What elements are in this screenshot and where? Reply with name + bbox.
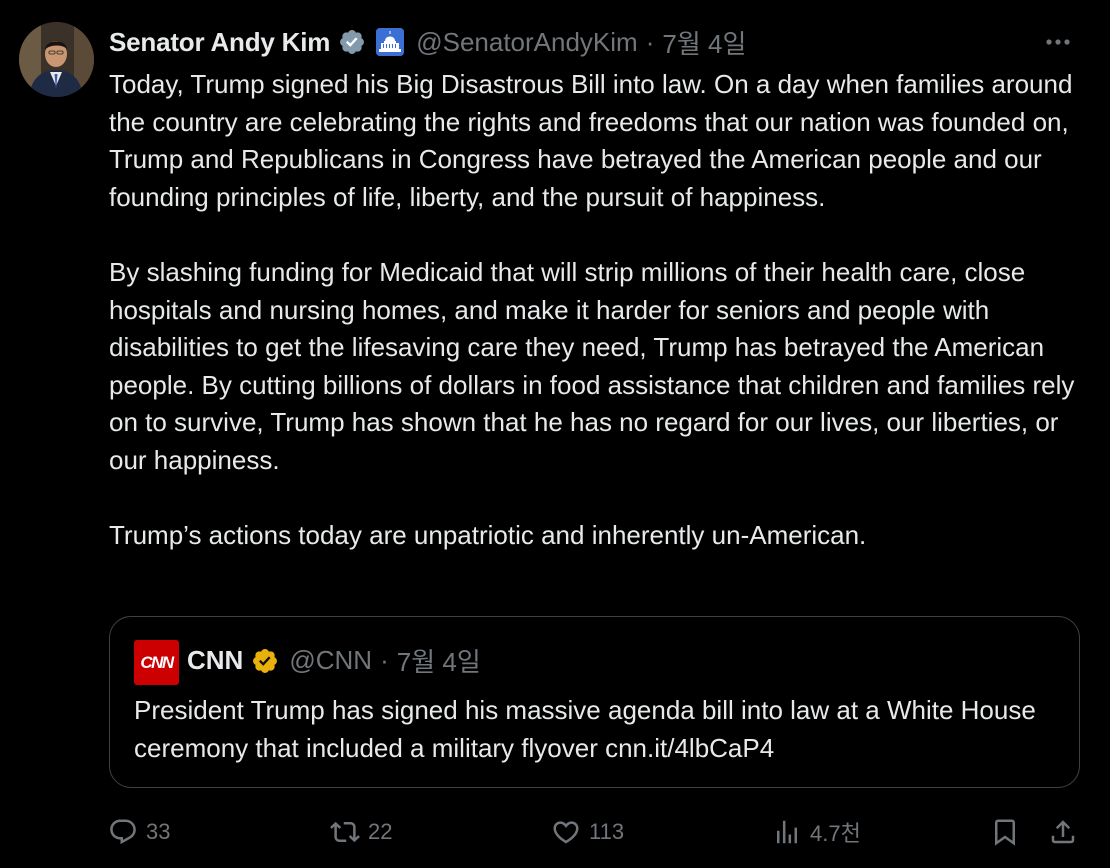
- author-display-name[interactable]: Senator Andy Kim: [109, 27, 330, 58]
- header-separator: ·: [645, 26, 655, 57]
- author-avatar[interactable]: [19, 22, 94, 97]
- quoted-separator: ·: [380, 645, 389, 675]
- reply-button[interactable]: 33: [108, 810, 170, 854]
- quoted-handle[interactable]: @CNN: [289, 645, 372, 676]
- quoted-header: CNN @CNN · 7월 4일: [187, 642, 481, 679]
- tweet-date[interactable]: 7월 4일: [662, 24, 746, 61]
- capitol-building-icon[interactable]: [376, 28, 405, 56]
- analytics-icon: [777, 820, 797, 844]
- tweet-paragraph: Today, Trump signed his Big Disastrous B…: [109, 69, 1073, 212]
- author-handle[interactable]: @SenatorAndyKim: [416, 27, 638, 58]
- bookmark-button[interactable]: [990, 810, 1020, 854]
- quoted-text: President Trump has signed his massive a…: [134, 695, 1036, 763]
- share-icon: [1051, 820, 1075, 844]
- reply-icon: [110, 819, 136, 845]
- heart-icon: [553, 821, 579, 844]
- reply-count: 33: [146, 819, 171, 844]
- repost-icon: [330, 821, 360, 843]
- quoted-tweet[interactable]: CNN CNN @CNN · 7월 4일 President Trump has…: [109, 616, 1080, 788]
- tweet-paragraph: By slashing funding for Medicaid that wi…: [109, 256, 1075, 475]
- share-button[interactable]: [1048, 810, 1078, 854]
- quoted-avatar[interactable]: CNN: [134, 640, 179, 685]
- more-horizontal-icon[interactable]: [1040, 26, 1076, 58]
- repost-button[interactable]: 22: [330, 810, 392, 854]
- gold-checkmark-badge-icon[interactable]: [251, 647, 279, 675]
- like-count: 113: [589, 819, 625, 844]
- tweet-header: Senator Andy Kim @SenatorAndyKim · 7월 4일: [109, 22, 1080, 62]
- views-count: 4.7천: [810, 821, 861, 846]
- tweet-paragraph: Trump’s actions today are unpatriotic an…: [109, 520, 867, 551]
- tweet-text: Today, Trump signed his Big Disastrous B…: [109, 66, 1089, 555]
- bookmark-icon: [995, 819, 1015, 846]
- like-button[interactable]: 113: [551, 810, 624, 854]
- repost-count: 22: [368, 819, 393, 844]
- tweet[interactable]: Senator Andy Kim @SenatorAndyKim · 7월 4일…: [0, 0, 1110, 868]
- avatar-photo-icon: [19, 22, 94, 97]
- views-button[interactable]: 4.7천: [772, 810, 861, 854]
- quoted-date[interactable]: 7월 4일: [397, 642, 481, 679]
- quoted-display-name[interactable]: CNN: [187, 645, 243, 676]
- gray-checkmark-badge-icon[interactable]: [338, 28, 366, 56]
- action-bar: 33 22 113 4.7천: [0, 810, 1110, 854]
